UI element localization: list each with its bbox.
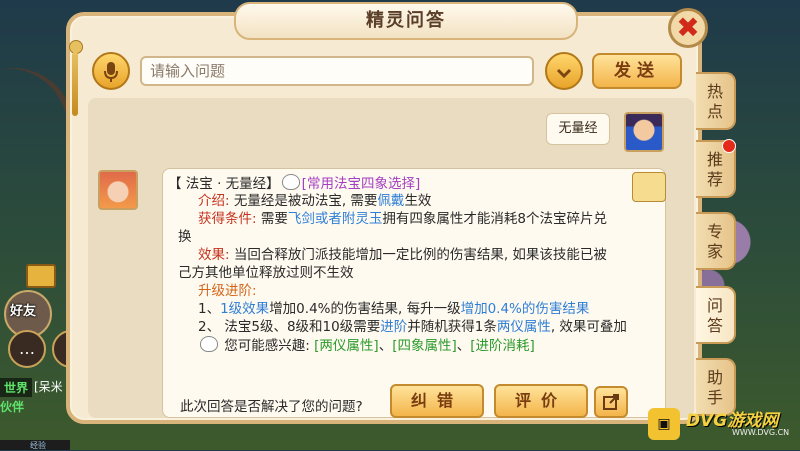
upgrade-2-mid: 并随机获得1条 (407, 319, 497, 335)
link-level1-effect[interactable]: 1级效果 (220, 301, 269, 317)
answer-header: 【 法宝 · 无量经】 [常用法宝四象选择] (168, 174, 638, 192)
close-icon: ✖ (676, 11, 700, 44)
effect-text-1: 当回合释放门派技能增加一定比例的伤害结果, 如果该技能已被 (229, 247, 607, 263)
watermark-url: WWW.DVG.CN (732, 428, 790, 437)
tassel-strand (72, 52, 78, 116)
tab-hot[interactable]: 热 点 (696, 72, 736, 130)
tab-hot-label: 热 点 (706, 82, 723, 121)
answer-condition: 获得条件: 需要飞剑或者附灵玉拥有四象属性才能消耗8个法宝碎片兑 (168, 210, 638, 228)
voice-input-button[interactable] (92, 52, 130, 90)
friend-label[interactable]: 好友 (10, 300, 36, 319)
send-button[interactable]: 发送 (592, 53, 682, 89)
user-avatar (624, 112, 664, 152)
condition-text-2: 拥有四象属性才能消耗8个法宝碎片兑 (382, 211, 607, 227)
answer-effect: 效果: 当回合释放门派技能增加一定比例的伤害结果, 如果该技能已被 (168, 246, 638, 264)
share-icon (603, 394, 619, 410)
world-channel-message: [呆米 (34, 380, 63, 394)
upgrade-1-prefix: 1、 (198, 301, 221, 317)
exp-bar: 经验 (0, 440, 70, 450)
notification-dot (722, 139, 736, 153)
rate-button[interactable]: 评价 (494, 384, 588, 418)
answer-upgrade-2: 2、 法宝5级、8级和10级需要进阶并随机获得1条两仪属性, 效果可叠加 (168, 318, 638, 336)
link-sword-or-jade[interactable]: 飞剑或者附灵玉 (288, 211, 383, 227)
intro-tail: 生效 (404, 193, 432, 209)
upgrade-label: 升级进阶: (198, 283, 257, 299)
upgrade-2-tail: , 效果可叠加 (550, 319, 627, 335)
link-liangyi[interactable]: [两仪属性] (314, 338, 379, 354)
tab-qa[interactable]: 问 答 (696, 286, 736, 344)
link-advance[interactable]: 进阶 (380, 319, 407, 335)
chat-bubble-icon[interactable]: … (8, 330, 46, 368)
chevron-down-icon (556, 68, 572, 79)
user-question-bubble: 无量经 (546, 113, 610, 145)
solved-question-text: 此次回答是否解决了您的问题? (180, 399, 363, 415)
intro-text: 无量经是被动法宝, 需要 (229, 193, 378, 209)
share-button[interactable] (594, 386, 628, 418)
condition-label: 获得条件: (198, 211, 257, 227)
upgrade-2-prefix: 2、 法宝5级、8级和10级需要 (198, 319, 381, 335)
mic-icon (104, 62, 118, 82)
answer-text: 【 法宝 · 无量经】 [常用法宝四象选择] 介绍: 无量经是被动法宝, 需要佩戴… (168, 174, 638, 354)
condition-text-1: 需要 (256, 211, 288, 227)
intro-label: 介绍: (198, 193, 230, 209)
link-equip[interactable]: 佩戴 (377, 193, 404, 209)
correction-button[interactable]: 纠错 (390, 384, 484, 418)
dialog-title: 精灵问答 (366, 10, 446, 31)
cat-icon (281, 174, 300, 190)
link-advance-cost[interactable]: [进阶消耗] (470, 338, 535, 354)
exp-label: 经验 (30, 441, 46, 450)
close-button[interactable]: ✖ (668, 8, 708, 48)
title-bar: 精灵问答 (234, 2, 578, 40)
mail-icon[interactable] (26, 264, 56, 288)
upgrade-1-mid: 增加0.4%的伤害结果, 每升一级 (269, 301, 461, 317)
link-increase-damage[interactable]: 增加0.4%的伤害结果 (461, 301, 590, 317)
tab-expert-label: 专 家 (706, 222, 723, 261)
interest-sep-2: 、 (456, 338, 471, 354)
answer-interest: 您可能感兴趣: [两仪属性]、[四象属性]、[进阶消耗] (168, 336, 638, 354)
sprite-avatar (98, 170, 138, 210)
world-channel-label[interactable]: 世界 (0, 378, 33, 397)
link-common-artifact[interactable]: [常用法宝四象选择] (302, 176, 421, 192)
answer-condition-cont: 换 (178, 229, 192, 245)
partner-channel-label[interactable]: 伙伴 (0, 398, 24, 415)
effect-label: 效果: (198, 247, 230, 263)
tab-assistant-label: 助 手 (706, 368, 723, 407)
answer-upgrade-label-row: 升级进阶: (168, 282, 638, 300)
link-sixiang[interactable]: [四象属性] (392, 338, 457, 354)
tassel-decoration (66, 40, 84, 120)
cat-icon (200, 336, 218, 352)
link-liangyi-attr[interactable]: 两仪属性 (497, 319, 551, 335)
answer-effect-cont: 己方其他单位释放过则不生效 (178, 265, 354, 281)
watermark-logo-icon: ▣ (648, 408, 680, 440)
answer-upgrade-1: 1、1级效果增加0.4%的伤害结果, 每升一级增加0.4%的伤害结果 (168, 300, 638, 318)
interest-sep-1: 、 (378, 338, 393, 354)
answer-header-title: 【 法宝 · 无量经】 (168, 176, 280, 192)
interest-text: 您可能感兴趣: (220, 338, 315, 354)
tab-qa-label: 问 答 (706, 296, 723, 335)
tab-expert[interactable]: 专 家 (696, 212, 736, 270)
question-input[interactable] (140, 56, 534, 86)
tab-recommend-label: 推 荐 (706, 150, 723, 189)
history-dropdown-button[interactable] (545, 52, 583, 90)
answer-intro: 介绍: 无量经是被动法宝, 需要佩戴生效 (168, 192, 638, 210)
watermark: ▣ DVG游戏网 WWW.DVG.CN (648, 406, 798, 442)
